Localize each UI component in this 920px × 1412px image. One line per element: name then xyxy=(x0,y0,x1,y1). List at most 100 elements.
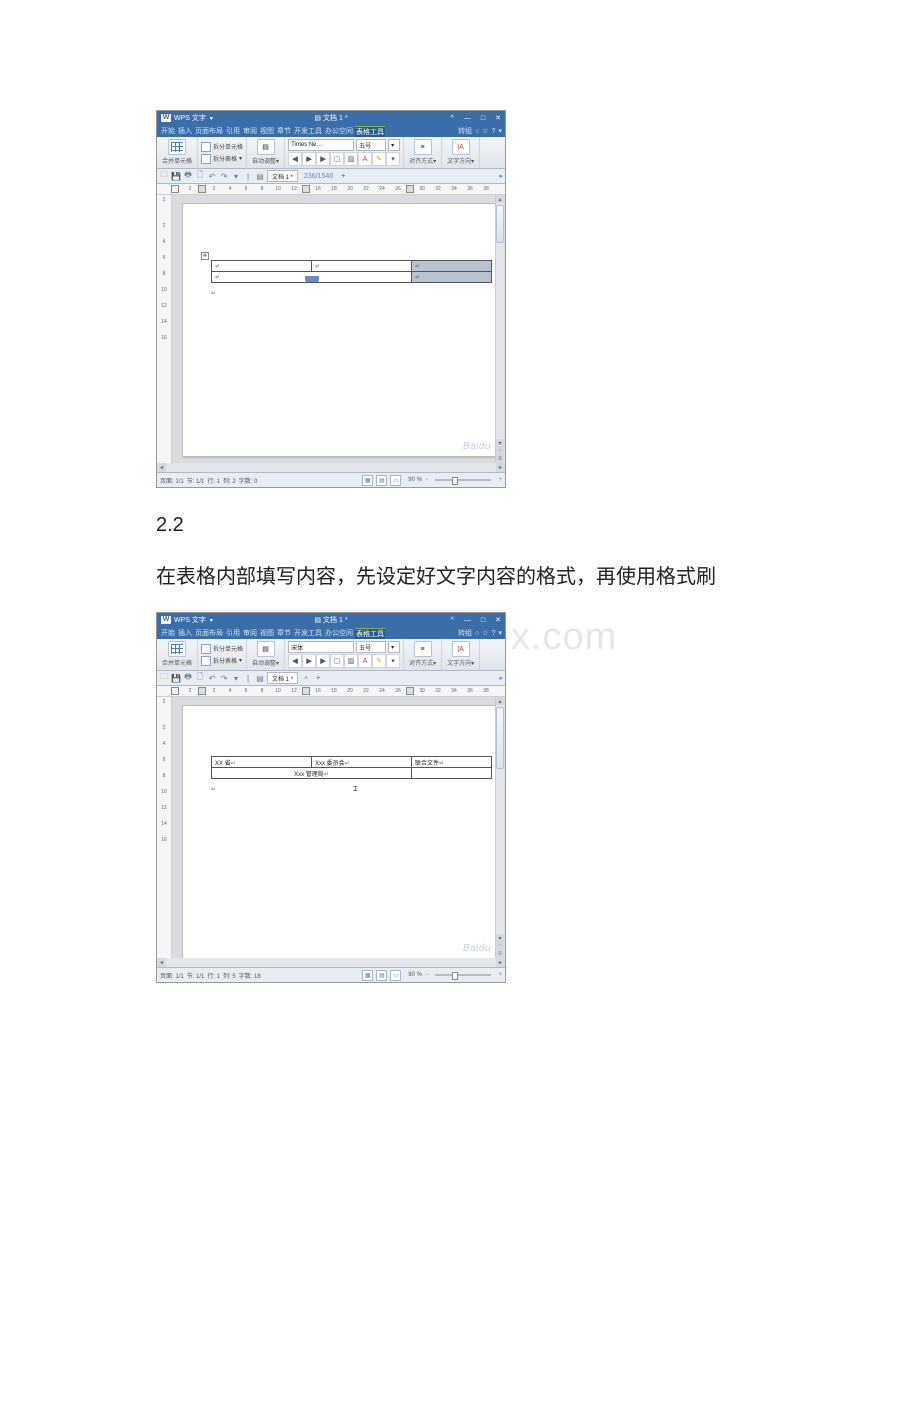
autofit-button[interactable]: ▤ 自动调整▾ xyxy=(250,139,281,165)
view-outline-icon[interactable]: ▤ xyxy=(376,970,387,981)
app-menu-dropdown-icon[interactable]: ▾ xyxy=(210,617,213,624)
font-more-dd-icon[interactable]: ▾ xyxy=(386,654,400,668)
preview-icon[interactable]: 🗋 xyxy=(195,673,205,683)
menu-tail-help-icon[interactable]: ? xyxy=(492,128,496,135)
menu-pagelayout[interactable]: 页面布局 xyxy=(194,126,224,136)
nav-next-icon[interactable]: ▶ xyxy=(316,152,330,166)
img-fill-icon[interactable]: ▨ xyxy=(344,654,358,668)
scroll-left-icon[interactable]: ◂ xyxy=(157,958,166,967)
nav-prev-icon[interactable]: ▶ xyxy=(302,152,316,166)
app-menu-dropdown-icon[interactable]: ▾ xyxy=(210,115,213,122)
menu-review[interactable]: 审阅 xyxy=(242,126,258,136)
menu-tail-star-icon[interactable]: ☆ xyxy=(482,127,488,135)
tab-overflow-icon[interactable]: ▸ xyxy=(499,674,503,682)
window-close-icon[interactable]: ✕ xyxy=(495,114,501,122)
print-icon[interactable]: 🖶 xyxy=(183,171,193,181)
redo-icon[interactable]: ↷ xyxy=(219,673,229,683)
tab-close-icon[interactable]: × xyxy=(304,675,308,682)
zoom-slider[interactable] xyxy=(435,974,491,976)
new-tab-plus-icon[interactable]: + xyxy=(316,675,320,682)
zoom-slider-thumb[interactable] xyxy=(452,972,458,980)
text-direction-button[interactable]: |A 文字方向▾ xyxy=(445,139,476,165)
open-folder-icon[interactable]: 🗀 xyxy=(159,171,169,181)
format-painter-icon[interactable]: ✎ xyxy=(372,152,386,166)
ruler-tab-marker[interactable] xyxy=(302,185,310,193)
font-size-dd-icon[interactable]: ▾ xyxy=(388,139,400,151)
zoom-slider[interactable] xyxy=(435,479,491,481)
menu-devtools[interactable]: 开发工具 xyxy=(293,126,323,136)
merge-cells-button[interactable]: 合并单元格 xyxy=(160,139,194,165)
nav-next-icon[interactable]: ▶ xyxy=(316,654,330,668)
menu-tabletools[interactable]: 表格工具 xyxy=(355,628,385,639)
align-button[interactable]: ≡ 对齐方式▾ xyxy=(407,139,438,165)
horizontal-scrollbar[interactable]: ◂ ▸ xyxy=(157,958,505,967)
menu-office[interactable]: 办公空间 xyxy=(324,126,354,136)
menu-section[interactable]: 章节 xyxy=(276,126,292,136)
ruler-indent-marker[interactable] xyxy=(198,185,206,193)
table-move-handle-icon[interactable]: ✥ xyxy=(201,252,209,260)
font-name-select[interactable]: Times Ne… xyxy=(288,139,354,151)
scroll-right-icon[interactable]: ▸ xyxy=(496,958,505,967)
font-more-dd-icon[interactable]: ▾ xyxy=(386,152,400,166)
zoom-out-icon[interactable]: − xyxy=(425,477,429,483)
zoom-slider-thumb[interactable] xyxy=(452,477,458,485)
menu-view[interactable]: 视图 xyxy=(259,628,275,638)
zoom-out-icon[interactable]: − xyxy=(425,972,429,978)
save-icon[interactable]: 💾 xyxy=(171,673,181,683)
img-border-icon[interactable]: ▢ xyxy=(330,152,344,166)
window-maximize-icon[interactable]: □ xyxy=(481,115,485,122)
menu-tail-group[interactable]: 转组 xyxy=(458,126,472,136)
preview-icon[interactable]: 🗋 xyxy=(195,171,205,181)
zoom-in-icon[interactable]: + xyxy=(498,477,502,483)
window-close-icon[interactable]: ✕ xyxy=(495,616,501,624)
new-tab-plus-icon[interactable]: + xyxy=(341,173,345,180)
window-minimize-icon[interactable]: ^ xyxy=(451,617,454,624)
menu-tail-group[interactable]: 转组 xyxy=(458,628,472,638)
scroll-down-icon[interactable]: ▾ xyxy=(496,439,504,447)
vertical-ruler[interactable]: 2 2 4 6 8 10 12 14 16 xyxy=(157,697,172,958)
undo-icon[interactable]: ↶ xyxy=(207,673,217,683)
font-size-select[interactable]: 五号 xyxy=(356,641,386,653)
ruler-indent-marker[interactable] xyxy=(198,687,206,695)
horizontal-scrollbar[interactable]: ◂ ▸ xyxy=(157,463,505,472)
window-maximize-icon[interactable]: □ xyxy=(481,617,485,624)
menu-home[interactable]: 开始 xyxy=(160,126,176,136)
view-page-icon[interactable]: ▦ xyxy=(362,970,373,981)
window-restore-icon[interactable]: — xyxy=(464,617,471,624)
qat-dd-icon[interactable]: ▾ xyxy=(231,171,241,181)
view-outline-icon[interactable]: ▤ xyxy=(376,475,387,486)
menu-tabletools[interactable]: 表格工具 xyxy=(355,126,385,137)
menu-insert[interactable]: 插入 xyxy=(177,628,193,638)
horizontal-ruler[interactable]: 2 2 4 6 8 10 12 16 18 20 22 24 26 30 32 … xyxy=(157,184,505,195)
print-icon[interactable]: 🖶 xyxy=(183,673,193,683)
open-folder-icon[interactable]: 🗀 xyxy=(159,673,169,683)
vertical-ruler[interactable]: 2 2 4 6 8 10 12 14 16 xyxy=(157,195,172,463)
autofit-button[interactable]: ▤ 自动调整▾ xyxy=(250,641,281,667)
menu-devtools[interactable]: 开发工具 xyxy=(293,628,323,638)
view-web-icon[interactable]: ▭ xyxy=(390,970,401,981)
menu-insert[interactable]: 插入 xyxy=(177,126,193,136)
text-direction-button[interactable]: |A 文字方向▾ xyxy=(445,641,476,667)
ruler-tab-marker-2[interactable] xyxy=(406,687,414,695)
font-size-dd-icon[interactable]: ▾ xyxy=(388,641,400,653)
menu-review[interactable]: 审阅 xyxy=(242,628,258,638)
window-minimize-icon[interactable]: ^ xyxy=(451,115,454,122)
menu-office[interactable]: 办公空间 xyxy=(324,628,354,638)
scroll-up-icon[interactable]: ▴ xyxy=(496,697,504,705)
undo-icon[interactable]: ↶ xyxy=(207,171,217,181)
img-fill-icon[interactable]: ▨ xyxy=(344,152,358,166)
document-table[interactable]: ↵ ↵ ↵ ↵ ↵ xyxy=(211,260,492,283)
redo-icon[interactable]: ↷ xyxy=(219,171,229,181)
doc-list-icon[interactable]: ▤ xyxy=(255,171,265,181)
split-cells-button[interactable]: 拆分单元格 xyxy=(201,142,243,152)
menu-tail-star-icon[interactable]: ☆ xyxy=(482,629,488,637)
menu-tail-circle-icon[interactable]: ○ xyxy=(475,128,479,135)
view-page-icon[interactable]: ▦ xyxy=(362,475,373,486)
vertical-scrollbar[interactable]: ▴ ▾ ◦ ≡ xyxy=(495,697,504,958)
horizontal-ruler[interactable]: 2 2 4 6 8 10 12 16 18 20 22 24 26 30 32 … xyxy=(157,686,505,697)
scroll-pagedown-icon[interactable]: ≡ xyxy=(496,455,504,463)
scroll-up-icon[interactable]: ▴ xyxy=(496,195,504,203)
scroll-down-icon[interactable]: ▾ xyxy=(496,934,504,942)
format-painter-icon[interactable]: ✎ xyxy=(372,654,386,668)
menu-home[interactable]: 开始 xyxy=(160,628,176,638)
